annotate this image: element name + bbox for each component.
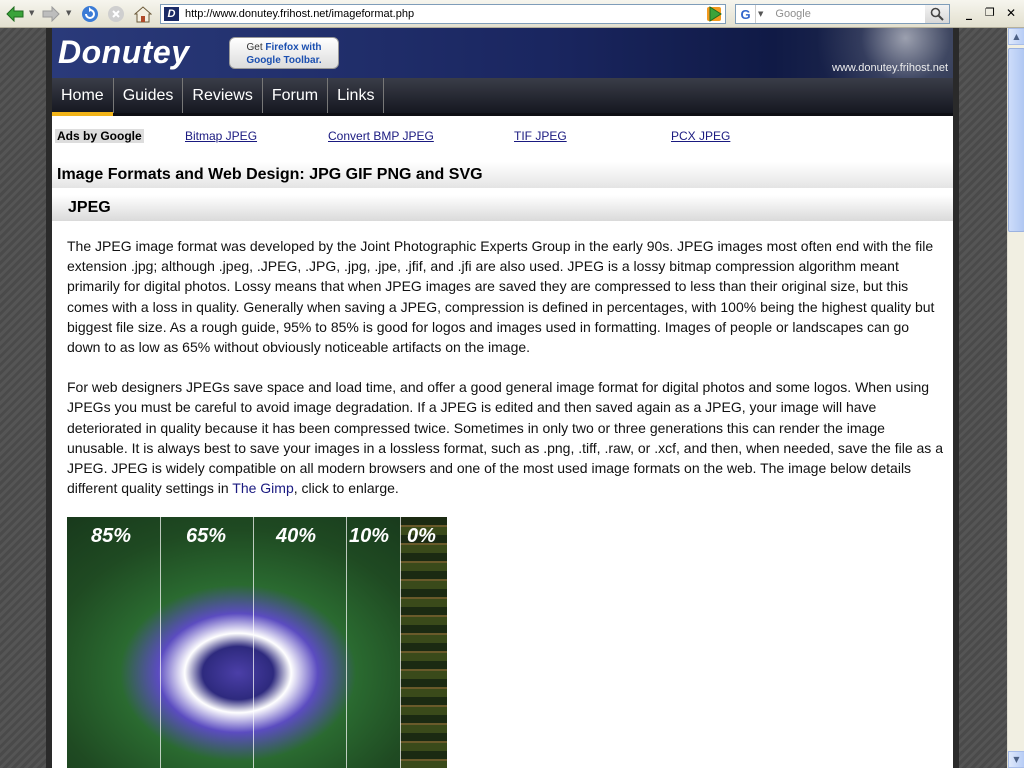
badge-prefix: Get — [246, 42, 266, 53]
go-arrow-icon — [709, 6, 722, 22]
paragraph-1: The JPEG image format was developed by t… — [67, 238, 935, 356]
back-dropdown-icon[interactable]: ▼ — [29, 9, 34, 17]
label-10-percent: 10% — [349, 525, 390, 547]
search-bar[interactable]: G ▼ Google — [735, 4, 950, 24]
nav-links[interactable]: Links — [328, 78, 385, 113]
back-arrow-icon — [6, 6, 24, 22]
label-40-percent: 40% — [276, 525, 317, 547]
nav-home[interactable]: Home — [52, 78, 114, 116]
the-gimp-link[interactable]: The Gimp — [232, 480, 293, 496]
firefox-toolbar-badge[interactable]: Get Firefox with Google Toolbar. — [229, 37, 339, 69]
scroll-down-button[interactable]: ▼ — [1008, 751, 1024, 768]
label-85-percent: 85% — [91, 525, 132, 547]
jpeg-quality-comparison-image[interactable]: 85% 65% 40% 10% 0% — [67, 517, 447, 768]
strip-10 — [346, 517, 400, 768]
minimize-button[interactable]: _ — [966, 6, 972, 20]
paragraph-2-end: , click to enlarge. — [293, 480, 399, 497]
label-65-percent: 65% — [186, 525, 227, 547]
ads-by-google-label[interactable]: Ads by Google — [55, 129, 144, 143]
main-nav: Home Guides Reviews Forum Links — [52, 78, 953, 116]
page: Donutey Get Firefox with Google Toolbar.… — [52, 28, 953, 768]
label-0-percent: 0% — [407, 525, 436, 547]
ad-link-bitmap-jpeg[interactable]: Bitmap JPEG — [185, 129, 257, 143]
ad-link-tif-jpeg[interactable]: TIF JPEG — [514, 129, 567, 143]
forward-dropdown-icon[interactable]: ▼ — [66, 9, 71, 17]
engine-dropdown-icon[interactable]: ▼ — [756, 10, 763, 18]
article-content: The JPEG image format was developed by t… — [67, 236, 943, 518]
site-header: Donutey Get Firefox with Google Toolbar.… — [52, 28, 953, 78]
back-button[interactable] — [4, 4, 26, 24]
stop-icon — [108, 6, 124, 22]
strip-65 — [160, 517, 253, 768]
strip-40 — [253, 517, 346, 768]
forward-arrow-icon — [42, 6, 60, 22]
nav-forum[interactable]: Forum — [263, 78, 329, 113]
ad-link-convert-bmp-jpeg[interactable]: Convert BMP JPEG — [328, 129, 434, 143]
nav-guides[interactable]: Guides — [114, 78, 184, 113]
url-text: http://www.donutey.frihost.net/imageform… — [185, 8, 415, 20]
reload-icon — [82, 6, 98, 22]
stop-button[interactable] — [105, 4, 127, 24]
ad-link-pcx-jpeg[interactable]: PCX JPEG — [671, 129, 730, 143]
go-button[interactable] — [704, 5, 726, 23]
search-button[interactable] — [925, 5, 949, 23]
scroll-up-button[interactable]: ▲ — [1008, 28, 1024, 45]
strip-0 — [400, 517, 447, 768]
page-title: Image Formats and Web Design: JPG GIF PN… — [52, 162, 953, 188]
home-button[interactable] — [132, 4, 154, 24]
search-input[interactable]: Google — [763, 8, 810, 20]
reload-button[interactable] — [79, 4, 101, 24]
badge-bold: Firefox with — [265, 42, 322, 53]
google-ads-bar: Ads by Google Bitmap JPEG Convert BMP JP… — [52, 128, 953, 146]
vertical-scrollbar[interactable]: ▲ ▼ — [1007, 28, 1024, 768]
browser-toolbar: ▼ ▼ D http://www.donutey.frihost.net/ima… — [0, 0, 1024, 28]
url-bar[interactable]: D http://www.donutey.frihost.net/imagefo… — [160, 4, 726, 24]
nav-reviews[interactable]: Reviews — [183, 78, 263, 113]
site-logo[interactable]: Donutey — [58, 34, 190, 71]
paragraph-2: For web designers JPEGs save space and l… — [67, 377, 943, 498]
header-site-url: www.donutey.frihost.net — [832, 62, 948, 74]
home-icon — [134, 5, 152, 22]
magnifier-icon — [930, 7, 944, 21]
forward-button[interactable] — [40, 4, 62, 24]
strip-85 — [67, 517, 160, 768]
google-engine-icon[interactable]: G — [736, 5, 756, 23]
paragraph-2-text: For web designers JPEGs save space and l… — [67, 379, 943, 497]
site-favicon-icon: D — [164, 7, 179, 21]
restore-button[interactable]: ❐ — [985, 6, 995, 19]
close-button[interactable]: ✕ — [1006, 6, 1016, 20]
page-viewport: Donutey Get Firefox with Google Toolbar.… — [0, 28, 1007, 768]
page-frame: Donutey Get Firefox with Google Toolbar.… — [46, 28, 959, 768]
section-heading-jpeg: JPEG — [52, 195, 953, 221]
badge-line2: Google Toolbar. — [246, 55, 322, 66]
scroll-thumb[interactable] — [1008, 48, 1024, 232]
